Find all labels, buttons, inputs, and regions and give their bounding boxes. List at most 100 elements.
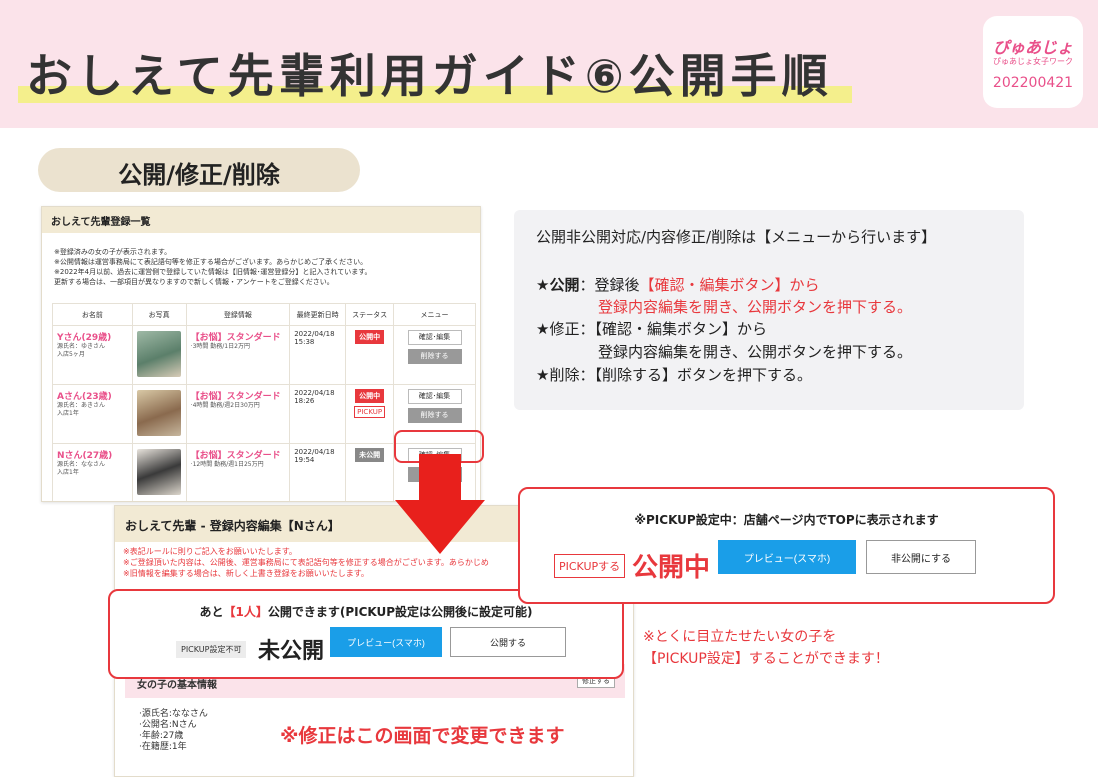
updated-cell: 2022/04/18 19:54 [289,443,347,501]
profile-line: ·年齢:27歳 [139,731,184,741]
girl-name[interactable]: Nさん(27歳) [57,448,128,461]
instruction-fix: ★修正：【確認・編集ボタン】から [536,320,767,338]
remaining-publish-count: あと【1人】公開できます(PICKUP設定は公開後に設定可能) [110,603,622,620]
info-cell: 【お悩】スタンダード ·3時間 勤務/1日2万円 [185,325,291,385]
plan-label: 【お悩】スタンダード [190,392,281,402]
column-header: お名前 [52,303,133,326]
logo-subtext: ぴゅあじょ女子ワーク [993,57,1073,66]
edit-panel-title: おしえて先輩 - 登録内容編集【Nさん】 [125,519,340,533]
pickup-disabled-label: PICKUP設定不可 [176,641,247,658]
name-cell: Aさん(23歳) 源氏名：あきさん 入店1年 [52,384,133,444]
remain-count: 【1人】 [223,605,268,619]
pickup-example-frame: ※PICKUP設定中：店舗ページ内でTOPに表示されます PICKUPする 公開… [518,487,1055,604]
list-note: 更新する場合は、一部項目が異なりますので新しく情報・アンケートをご登録ください。 [54,278,334,286]
menu-cell: 確認･編集 削除する [393,325,476,385]
tenure: 入店5ヶ月 [57,351,85,358]
tenure: 入店1年 [57,410,79,417]
fix-note: ※修正はこの画面で変更できます [280,725,565,747]
instructions-box: 公開非公開対応/内容修正/削除は【メニューから行います】 ★公開：登録後【確認・… [514,210,1024,410]
status-published: 公開中 [632,553,711,583]
girl-photo [137,331,182,377]
profile-line: ·在籍歴:1年 [139,742,187,752]
plan-detail: ·4時間 勤務/週2日30万円 [190,402,260,409]
profile-line: ·公開名:Nさん [139,720,197,730]
photo-cell [131,325,187,385]
genji-name: 源氏名：ななさん [57,461,106,468]
pickup-badge: PICKUP [354,406,386,418]
status-cell: 公開中 [345,325,395,385]
status-cell: 未公開 [345,443,395,501]
updated-date: 2022/04/18 [294,330,335,338]
logo-date: 202200421 [992,75,1074,91]
publish-label: ★公開 [536,276,580,294]
girl-photo [137,449,182,495]
girl-photo [137,390,182,436]
updated-date: 2022/04/18 [294,389,335,397]
list-panel-title: おしえて先輩登録一覧 [51,217,151,228]
brand-logo: ぴゅあじょ ぴゅあじょ女子ワーク 202200421 [983,16,1083,108]
updated-date: 2022/04/18 [294,448,335,456]
plan-label: 【お悩】スタンダード [190,333,281,343]
pickup-button[interactable]: PICKUPする [554,554,626,578]
instruction-publish-cont: 登録内容編集を開き、公開ボタンを押下する。 [598,298,912,316]
status-badge: 未公開 [355,448,385,462]
updated-time: 18:26 [294,397,315,405]
edit-button[interactable]: 確認･編集 [407,389,462,404]
down-arrow-icon [395,454,485,554]
unpublish-button[interactable]: 非公開にする [866,540,976,574]
delete-button[interactable]: 削除する [407,349,462,364]
pickup-note: ※とくに目立たせたい女の子を 【PICKUP設定】することができます！ [643,626,889,670]
section-heading-text: 公開/修正/削除 [118,161,280,189]
preview-button[interactable]: プレビュー(スマホ) [330,627,442,657]
pickup-caption: ※PICKUP設定中：店舗ページ内でTOPに表示されます [634,513,939,527]
info-cell: 【お悩】スタンダード ·12時間 勤務/週1日25万円 [185,443,291,501]
publish-button[interactable]: 公開する [450,627,566,657]
genji-name: 源氏名：あきさん [57,402,106,409]
instruction-fix-cont: 登録内容編集を開き、公開ボタンを押下する。 [598,343,912,361]
list-note: ※2022年4月以前、過去に運営側で登録していた情報は【旧情報･運営登録分】と記… [54,268,372,276]
list-note: ※登録済みの女の子が表示されます。 [54,248,172,256]
plan-label: 【お悩】スタンダード [190,451,281,461]
column-header: ステータス [345,303,395,326]
remain-prefix: あと [199,605,224,619]
status-badge: 公開中 [355,389,385,403]
updated-time: 15:38 [294,338,315,346]
preview-button[interactable]: プレビュー(スマホ) [718,540,856,574]
pickup-note-line: ※とくに目立たせたい女の子を [643,629,837,645]
profile-details: ·源氏名:ななさん ·公開名:Nさん ·年齢:27歳 ·在籍歴:1年 [139,709,208,753]
publish-text-highlight: 【確認・編集ボタン】から [639,276,820,294]
girl-name[interactable]: Aさん(23歳) [57,389,128,402]
column-header: 最終更新日時 [289,303,347,326]
list-notes: ※登録済みの女の子が表示されます。 ※公開情報は運営事務局にて表記語句等を修正す… [54,247,474,287]
edit-button[interactable]: 確認･編集 [407,330,462,345]
column-header: 登録情報 [185,303,291,326]
instructions-intro: 公開非公開対応/内容修正/削除は【メニューから行います】 [536,228,937,246]
list-panel-header: おしえて先輩登録一覧 [42,207,480,233]
tenure: 入店1年 [57,469,79,476]
section-heading: 公開/修正/削除 [38,148,360,192]
girl-name[interactable]: Yさん(29歳) [57,330,128,343]
column-header: メニュー [393,303,476,326]
page-title: おしえて先輩利用ガイド⑥公開手順 [26,49,833,103]
status-cell: 公開中 PICKUP [345,384,395,444]
instruction-delete: ★削除：【削除する】ボタンを押下する。 [536,366,812,384]
status-badge: 公開中 [355,330,385,344]
genji-name: 源氏名：ゆきさん [57,343,106,350]
remain-suffix: 公開できます(PICKUP設定は公開後に設定可能) [267,605,533,619]
updated-cell: 2022/04/18 15:38 [289,325,347,385]
photo-cell [131,384,187,444]
name-cell: Nさん(27歳) 源氏名：ななさん 入店1年 [52,443,133,501]
list-note: ※公開情報は運営事務局にて表記語句等を修正する場合がございます。あらかじめご了承… [54,258,368,266]
delete-button[interactable]: 削除する [407,408,462,423]
photo-cell [131,443,187,501]
plan-detail: ·12時間 勤務/週1日25万円 [190,461,264,468]
updated-time: 19:54 [294,456,315,464]
logo-text: ぴゅあじょ [992,38,1073,57]
publish-text: ：登録後 [579,276,640,294]
profile-line: ·源氏名:ななさん [139,709,208,719]
column-header: お写真 [131,303,187,326]
table-header-row: お名前 お写真 登録情報 最終更新日時 ステータス メニュー [52,303,476,326]
name-cell: Yさん(29歳) 源氏名：ゆきさん 入店5ヶ月 [52,325,133,385]
table-row: Yさん(29歳) 源氏名：ゆきさん 入店5ヶ月 【お悩】スタンダード ·3時間 … [52,325,476,385]
updated-cell: 2022/04/18 18:26 [289,384,347,444]
